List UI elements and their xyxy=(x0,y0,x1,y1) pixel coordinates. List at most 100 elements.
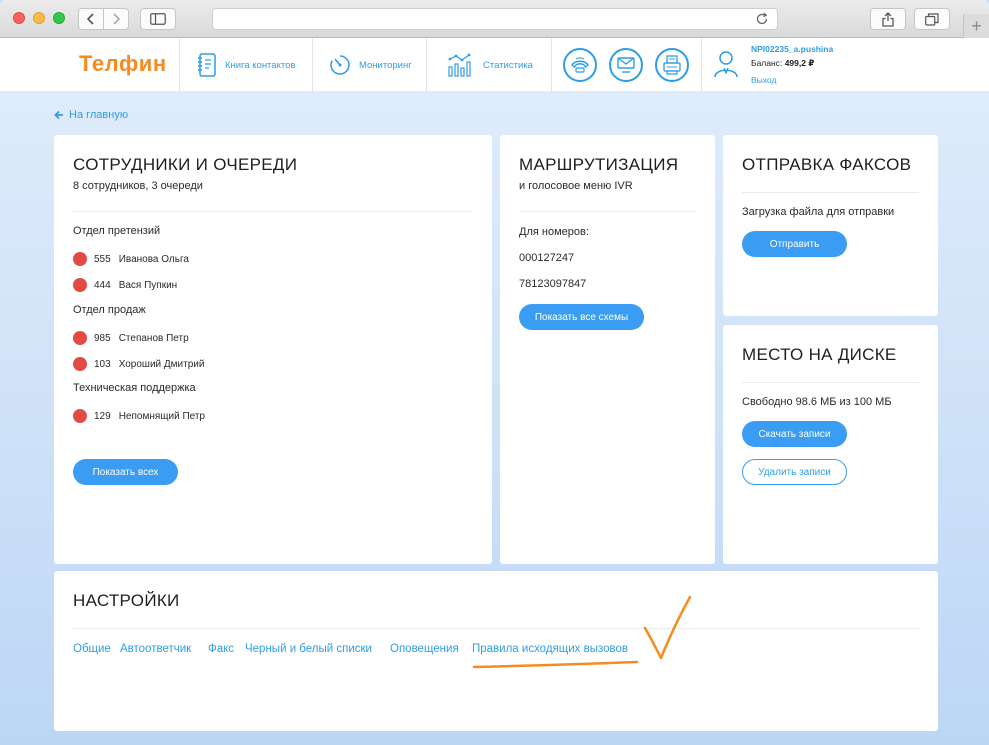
employee-ext: 555 xyxy=(94,253,111,265)
employee-name: Вася Пупкин xyxy=(118,279,178,291)
employee-name: Непомнящий Петр xyxy=(118,410,205,422)
numbers-label: Для номеров: xyxy=(519,226,589,238)
minimize-window-button[interactable] xyxy=(33,12,45,24)
user-balance: Баланс: 499,2 ₽ xyxy=(751,58,814,69)
status-dot xyxy=(73,357,87,371)
show-all-schemes-button[interactable]: Показать все схемы xyxy=(519,304,644,330)
header-divider xyxy=(701,38,702,92)
back-to-main-link[interactable]: На главную xyxy=(54,109,128,121)
fax-title: ОТПРАВКА ФАКСОВ xyxy=(742,155,912,174)
group-name: Техническая поддержка xyxy=(73,382,196,394)
chevron-left-icon xyxy=(86,13,94,25)
header-divider xyxy=(179,38,180,92)
divider xyxy=(742,382,919,383)
employee-row[interactable]: 103 Хороший Дмитрий xyxy=(73,357,204,371)
browser-toolbar: + xyxy=(0,0,989,38)
employee-ext: 103 xyxy=(94,358,111,370)
arrow-left-icon xyxy=(54,110,63,120)
employee-row[interactable]: 555 Иванова Ольга xyxy=(73,252,189,266)
new-tab-button[interactable]: + xyxy=(963,14,989,38)
settings-tab-fax[interactable]: Факс xyxy=(208,643,234,655)
settings-tab-outgoing-call-rules[interactable]: Правила исходящих вызовов xyxy=(472,643,628,655)
tabs-icon xyxy=(925,12,939,26)
header-divider xyxy=(426,38,427,92)
employee-ext: 129 xyxy=(94,410,111,422)
employees-subtitle: 8 сотрудников, 3 очереди xyxy=(73,180,203,192)
employee-name: Степанов Петр xyxy=(118,332,189,344)
free-space-label: Свободно 98.6 МБ из 100 МБ xyxy=(742,396,892,408)
messages-button[interactable] xyxy=(609,48,643,82)
sidebar-icon xyxy=(150,13,166,25)
status-dot xyxy=(73,252,87,266)
nav-statistics[interactable]: Статистика xyxy=(447,38,533,92)
telfin-logo[interactable]: Телфин xyxy=(79,51,167,77)
phone-number[interactable]: 000127247 xyxy=(519,252,574,264)
user-avatar-icon[interactable] xyxy=(713,50,739,83)
settings-tab-general[interactable]: Общие xyxy=(73,643,111,655)
fax-icon xyxy=(663,55,681,75)
employee-row[interactable]: 985 Степанов Петр xyxy=(73,331,189,345)
back-link-label: На главную xyxy=(69,109,129,121)
routing-subtitle: и голосовое меню IVR xyxy=(519,180,633,192)
chevron-right-icon xyxy=(113,13,121,25)
delete-records-button[interactable]: Удалить записи xyxy=(742,459,847,485)
nav-monitoring[interactable]: Мониторинг xyxy=(329,38,412,92)
status-dot xyxy=(73,278,87,292)
divider xyxy=(519,211,696,212)
employee-ext: 985 xyxy=(94,332,111,344)
header-divider xyxy=(312,38,313,92)
settings-title: НАСТРОЙКИ xyxy=(73,591,180,610)
show-all-button[interactable]: Показать всех xyxy=(73,459,178,485)
employee-row[interactable]: 129 Непомнящий Петр xyxy=(73,409,205,423)
settings-tab-notifications[interactable]: Оповещения xyxy=(390,643,459,655)
nav-contact-book[interactable]: Книга контактов xyxy=(197,38,295,92)
share-button[interactable] xyxy=(870,8,906,30)
browser-window: + Телфин Книга контактов Мониторинг Стат… xyxy=(0,0,989,745)
forward-button[interactable] xyxy=(103,8,129,30)
reload-icon[interactable] xyxy=(755,12,769,31)
address-bar[interactable] xyxy=(212,8,778,30)
back-button[interactable] xyxy=(78,8,104,30)
group-name: Отдел претензий xyxy=(73,225,161,237)
close-window-button[interactable] xyxy=(13,12,25,24)
fax-card: ОТПРАВКА ФАКСОВ Загрузка файла для отпра… xyxy=(723,135,938,316)
download-records-button[interactable]: Скачать записи xyxy=(742,421,847,447)
divider xyxy=(73,211,473,212)
employee-row[interactable]: 444 Вася Пупкин xyxy=(73,278,177,292)
phone-icon xyxy=(571,57,589,73)
maximize-window-button[interactable] xyxy=(53,12,65,24)
contact-book-icon xyxy=(198,53,216,77)
monitoring-gauge-icon xyxy=(330,55,350,75)
disk-space-card: МЕСТО НА ДИСКЕ Свободно 98.6 МБ из 100 М… xyxy=(723,325,938,564)
send-fax-button[interactable]: Отправить xyxy=(742,231,847,257)
nav-monitoring-label: Мониторинг xyxy=(359,59,412,71)
logout-link[interactable]: Выход xyxy=(751,75,776,85)
divider xyxy=(742,192,919,193)
settings-tab-black-white-lists[interactable]: Черный и белый списки xyxy=(245,643,372,655)
sidebar-toggle-button[interactable] xyxy=(140,8,176,30)
employees-card: СОТРУДНИКИ И ОЧЕРЕДИ 8 сотрудников, 3 оч… xyxy=(54,135,492,564)
routing-title: МАРШРУТИЗАЦИЯ xyxy=(519,155,679,174)
disk-title: МЕСТО НА ДИСКЕ xyxy=(742,345,897,364)
status-dot xyxy=(73,409,87,423)
phone-number[interactable]: 78123097847 xyxy=(519,278,586,290)
routing-card: МАРШРУТИЗАЦИЯ и голосовое меню IVR Для н… xyxy=(500,135,715,564)
envelope-icon xyxy=(617,57,635,73)
status-dot xyxy=(73,331,87,345)
calls-button[interactable] xyxy=(563,48,597,82)
show-tabs-button[interactable] xyxy=(914,8,950,30)
nav-contact-book-label: Книга контактов xyxy=(225,59,296,71)
fax-button[interactable] xyxy=(655,48,689,82)
user-login[interactable]: NPI02235_a.pushina xyxy=(751,44,833,54)
employee-name: Хороший Дмитрий xyxy=(118,358,205,370)
divider xyxy=(73,628,919,629)
app-header: Телфин Книга контактов Мониторинг Статис… xyxy=(0,38,989,92)
upload-label: Загрузка файла для отправки xyxy=(742,206,895,218)
settings-tab-autoresponder[interactable]: Автоответчик xyxy=(120,643,191,655)
balance-label: Баланс: xyxy=(751,58,783,68)
statistics-chart-icon xyxy=(448,53,471,77)
balance-value: 499,2 ₽ xyxy=(784,58,815,68)
share-icon xyxy=(882,11,894,27)
employees-title: СОТРУДНИКИ И ОЧЕРЕДИ xyxy=(73,155,298,174)
nav-statistics-label: Статистика xyxy=(483,59,533,71)
